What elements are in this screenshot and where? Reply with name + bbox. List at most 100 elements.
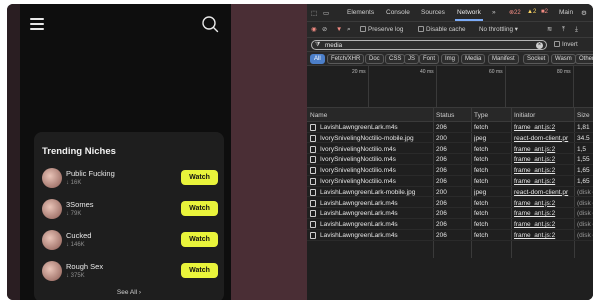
cell-status: 206 xyxy=(436,124,447,131)
table-row[interactable]: IvorySnivelingNoctilio.m4s 206 fetch frame_… xyxy=(307,144,593,155)
invert-checkbox[interactable]: Invert xyxy=(554,41,578,48)
table-row[interactable]: LavishLawngreenLark.m4s 206 fetch frame_ant… xyxy=(307,230,593,241)
tab-sources[interactable]: Sources xyxy=(421,9,445,16)
search-network-icon[interactable]: ⌕ xyxy=(347,26,351,34)
disable-cache-checkbox[interactable]: Disable cache xyxy=(418,26,466,33)
cell-initiator[interactable]: react-dom-client.pr xyxy=(514,135,572,142)
filter-bar: ⧩ media × Invert xyxy=(307,38,593,52)
watch-button[interactable]: Watch xyxy=(181,263,218,278)
device-toggle-icon[interactable]: ▭ xyxy=(323,9,329,17)
cell-initiator[interactable]: frame_ant.js:2 xyxy=(514,156,572,163)
timeline-gridline xyxy=(505,66,506,108)
table-row[interactable]: IvorySnivelingNoctilio.m4s 206 fetch frame_… xyxy=(307,154,593,165)
table-row[interactable]: IvorySnivelingNoctilio-mobile.jpg 200 jpeg… xyxy=(307,133,593,144)
clear-icon[interactable]: ⊘ xyxy=(322,26,327,33)
table-row[interactable]: LavishLawngreenLark.m4s 206 fetch frame_ant… xyxy=(307,219,593,230)
cell-initiator[interactable]: frame_ant.js:2 xyxy=(514,232,572,239)
table-row[interactable]: LavishLawngreenLark.m4s 206 fetch frame_ant… xyxy=(307,198,593,209)
niche-thumbnail[interactable] xyxy=(42,261,62,281)
cell-initiator[interactable]: frame_ant.js:2 xyxy=(514,178,572,185)
niche-name[interactable]: Cucked xyxy=(66,231,91,240)
search-icon[interactable] xyxy=(201,15,219,33)
niche-item[interactable]: Public Fucking ↓ 16K Watch xyxy=(42,168,218,190)
tab-network[interactable]: Network xyxy=(455,9,483,21)
cell-initiator[interactable]: frame_ant.js:2 xyxy=(514,146,572,153)
cell-initiator[interactable]: frame_ant.js:2 xyxy=(514,200,572,207)
trending-niches-card: Trending Niches Public Fucking ↓ 16K Wat… xyxy=(34,132,224,300)
see-all-link[interactable]: See All › xyxy=(34,289,224,296)
upload-icon[interactable]: ⤒ xyxy=(562,26,565,34)
type-filter-other[interactable]: Other xyxy=(575,54,593,64)
tab-elements[interactable]: Elements xyxy=(347,9,374,16)
filter-value[interactable]: media xyxy=(325,42,342,49)
niche-count: ↓ 375K xyxy=(66,273,85,279)
cell-size: (disk c xyxy=(577,199,593,207)
col-type[interactable]: Type xyxy=(474,112,488,119)
download-icon[interactable]: ⤓ xyxy=(575,26,578,34)
throttling-select[interactable]: No throttling ▾ xyxy=(479,26,518,33)
preserve-log-checkbox[interactable]: Preserve log xyxy=(360,26,403,33)
network-timeline[interactable]: 20 ms 40 ms 60 ms 80 ms xyxy=(307,66,593,108)
cell-name: LavishLawngreenLark.m4s xyxy=(320,124,398,131)
tab-console[interactable]: Console xyxy=(386,9,410,16)
cell-name: LavishLawngreenLark.m4s xyxy=(320,232,398,239)
niche-item[interactable]: 3Somes ↓ 79K Watch xyxy=(42,199,218,221)
cell-initiator[interactable]: react-dom-client.pr xyxy=(514,189,572,196)
niche-item[interactable]: Rough Sex ↓ 375K Watch xyxy=(42,261,218,283)
watch-button[interactable]: Watch xyxy=(181,170,218,185)
file-icon xyxy=(310,232,316,239)
cell-size: (disk c xyxy=(577,232,593,239)
niche-name[interactable]: Public Fucking xyxy=(66,169,115,178)
type-filter-js[interactable]: JS xyxy=(404,54,420,64)
filter-icon[interactable]: ▼ xyxy=(336,26,342,33)
niche-thumbnail[interactable] xyxy=(42,199,62,219)
warning-badge[interactable]: ▲2 xyxy=(527,9,536,15)
type-filter-css[interactable]: CSS xyxy=(385,54,406,64)
type-filter-font[interactable]: Font xyxy=(419,54,440,64)
error-badge[interactable]: ⊗22 xyxy=(509,9,521,16)
file-icon xyxy=(310,221,316,229)
table-header: Name Status Type Initiator Size xyxy=(307,108,593,122)
type-filter-all[interactable]: All xyxy=(310,54,325,64)
type-filter-img[interactable]: Img xyxy=(441,54,460,64)
niche-name[interactable]: Rough Sex xyxy=(66,262,103,271)
col-initiator[interactable]: Initiator xyxy=(514,112,535,119)
type-filter-socket[interactable]: Socket xyxy=(523,54,550,64)
niche-item[interactable]: Cucked ↓ 146K Watch xyxy=(42,230,218,252)
niche-name[interactable]: 3Somes xyxy=(66,200,94,209)
col-name[interactable]: Name xyxy=(310,112,327,119)
type-filter-wasm[interactable]: Wasm xyxy=(551,54,576,64)
filter-input[interactable]: ⧩ media × xyxy=(311,40,547,50)
col-size[interactable]: Size xyxy=(577,112,590,119)
cell-initiator[interactable]: frame_ant.js:2 xyxy=(514,124,572,131)
menu-icon[interactable] xyxy=(30,18,44,30)
cell-initiator[interactable]: frame_ant.js:2 xyxy=(514,167,572,174)
niche-thumbnail[interactable] xyxy=(42,168,62,188)
table-row[interactable]: LavishLawngreenLark.m4s 206 fetch frame_ant… xyxy=(307,208,593,219)
type-filter-fetch[interactable]: Fetch/XHR xyxy=(327,54,365,64)
table-row[interactable]: IvorySnivelingNoctilio.m4s 206 fetch frame_… xyxy=(307,165,593,176)
record-icon[interactable]: ◉ xyxy=(311,26,317,33)
type-filter-doc[interactable]: Doc xyxy=(365,54,384,64)
section-title: Trending Niches xyxy=(42,146,116,157)
table-row[interactable]: LavishLawngreenLark-mobile.jpg 200 jpeg rea… xyxy=(307,187,593,198)
timeline-gridline xyxy=(573,66,574,108)
tab-main[interactable]: Main xyxy=(559,9,573,16)
cell-name: LavishLawngreenLark-mobile.jpg xyxy=(320,188,416,196)
settings-icon[interactable]: ⚙ xyxy=(581,9,587,17)
cell-initiator[interactable]: frame_ant.js:2 xyxy=(514,210,572,217)
cell-initiator[interactable]: frame_ant.js:2 xyxy=(514,221,572,228)
clear-filter-icon[interactable]: × xyxy=(536,42,543,49)
inspect-icon[interactable]: ⬚ xyxy=(311,9,317,17)
issues-badge[interactable]: ■2 xyxy=(541,9,548,15)
table-row[interactable]: LavishLawngreenLark.m4s 206 fetch frame_ant… xyxy=(307,122,593,133)
niche-thumbnail[interactable] xyxy=(42,230,62,250)
table-row[interactable]: IvorySnivelingNoctilio.m4s 206 fetch frame_… xyxy=(307,176,593,187)
wifi-icon[interactable]: ≋ xyxy=(547,26,552,33)
more-tabs-icon[interactable]: » xyxy=(492,9,496,16)
col-status[interactable]: Status xyxy=(436,112,454,119)
watch-button[interactable]: Watch xyxy=(181,201,218,216)
type-filter-manifest[interactable]: Manifest xyxy=(488,54,519,64)
watch-button[interactable]: Watch xyxy=(181,232,218,247)
type-filter-media[interactable]: Media xyxy=(461,54,486,64)
